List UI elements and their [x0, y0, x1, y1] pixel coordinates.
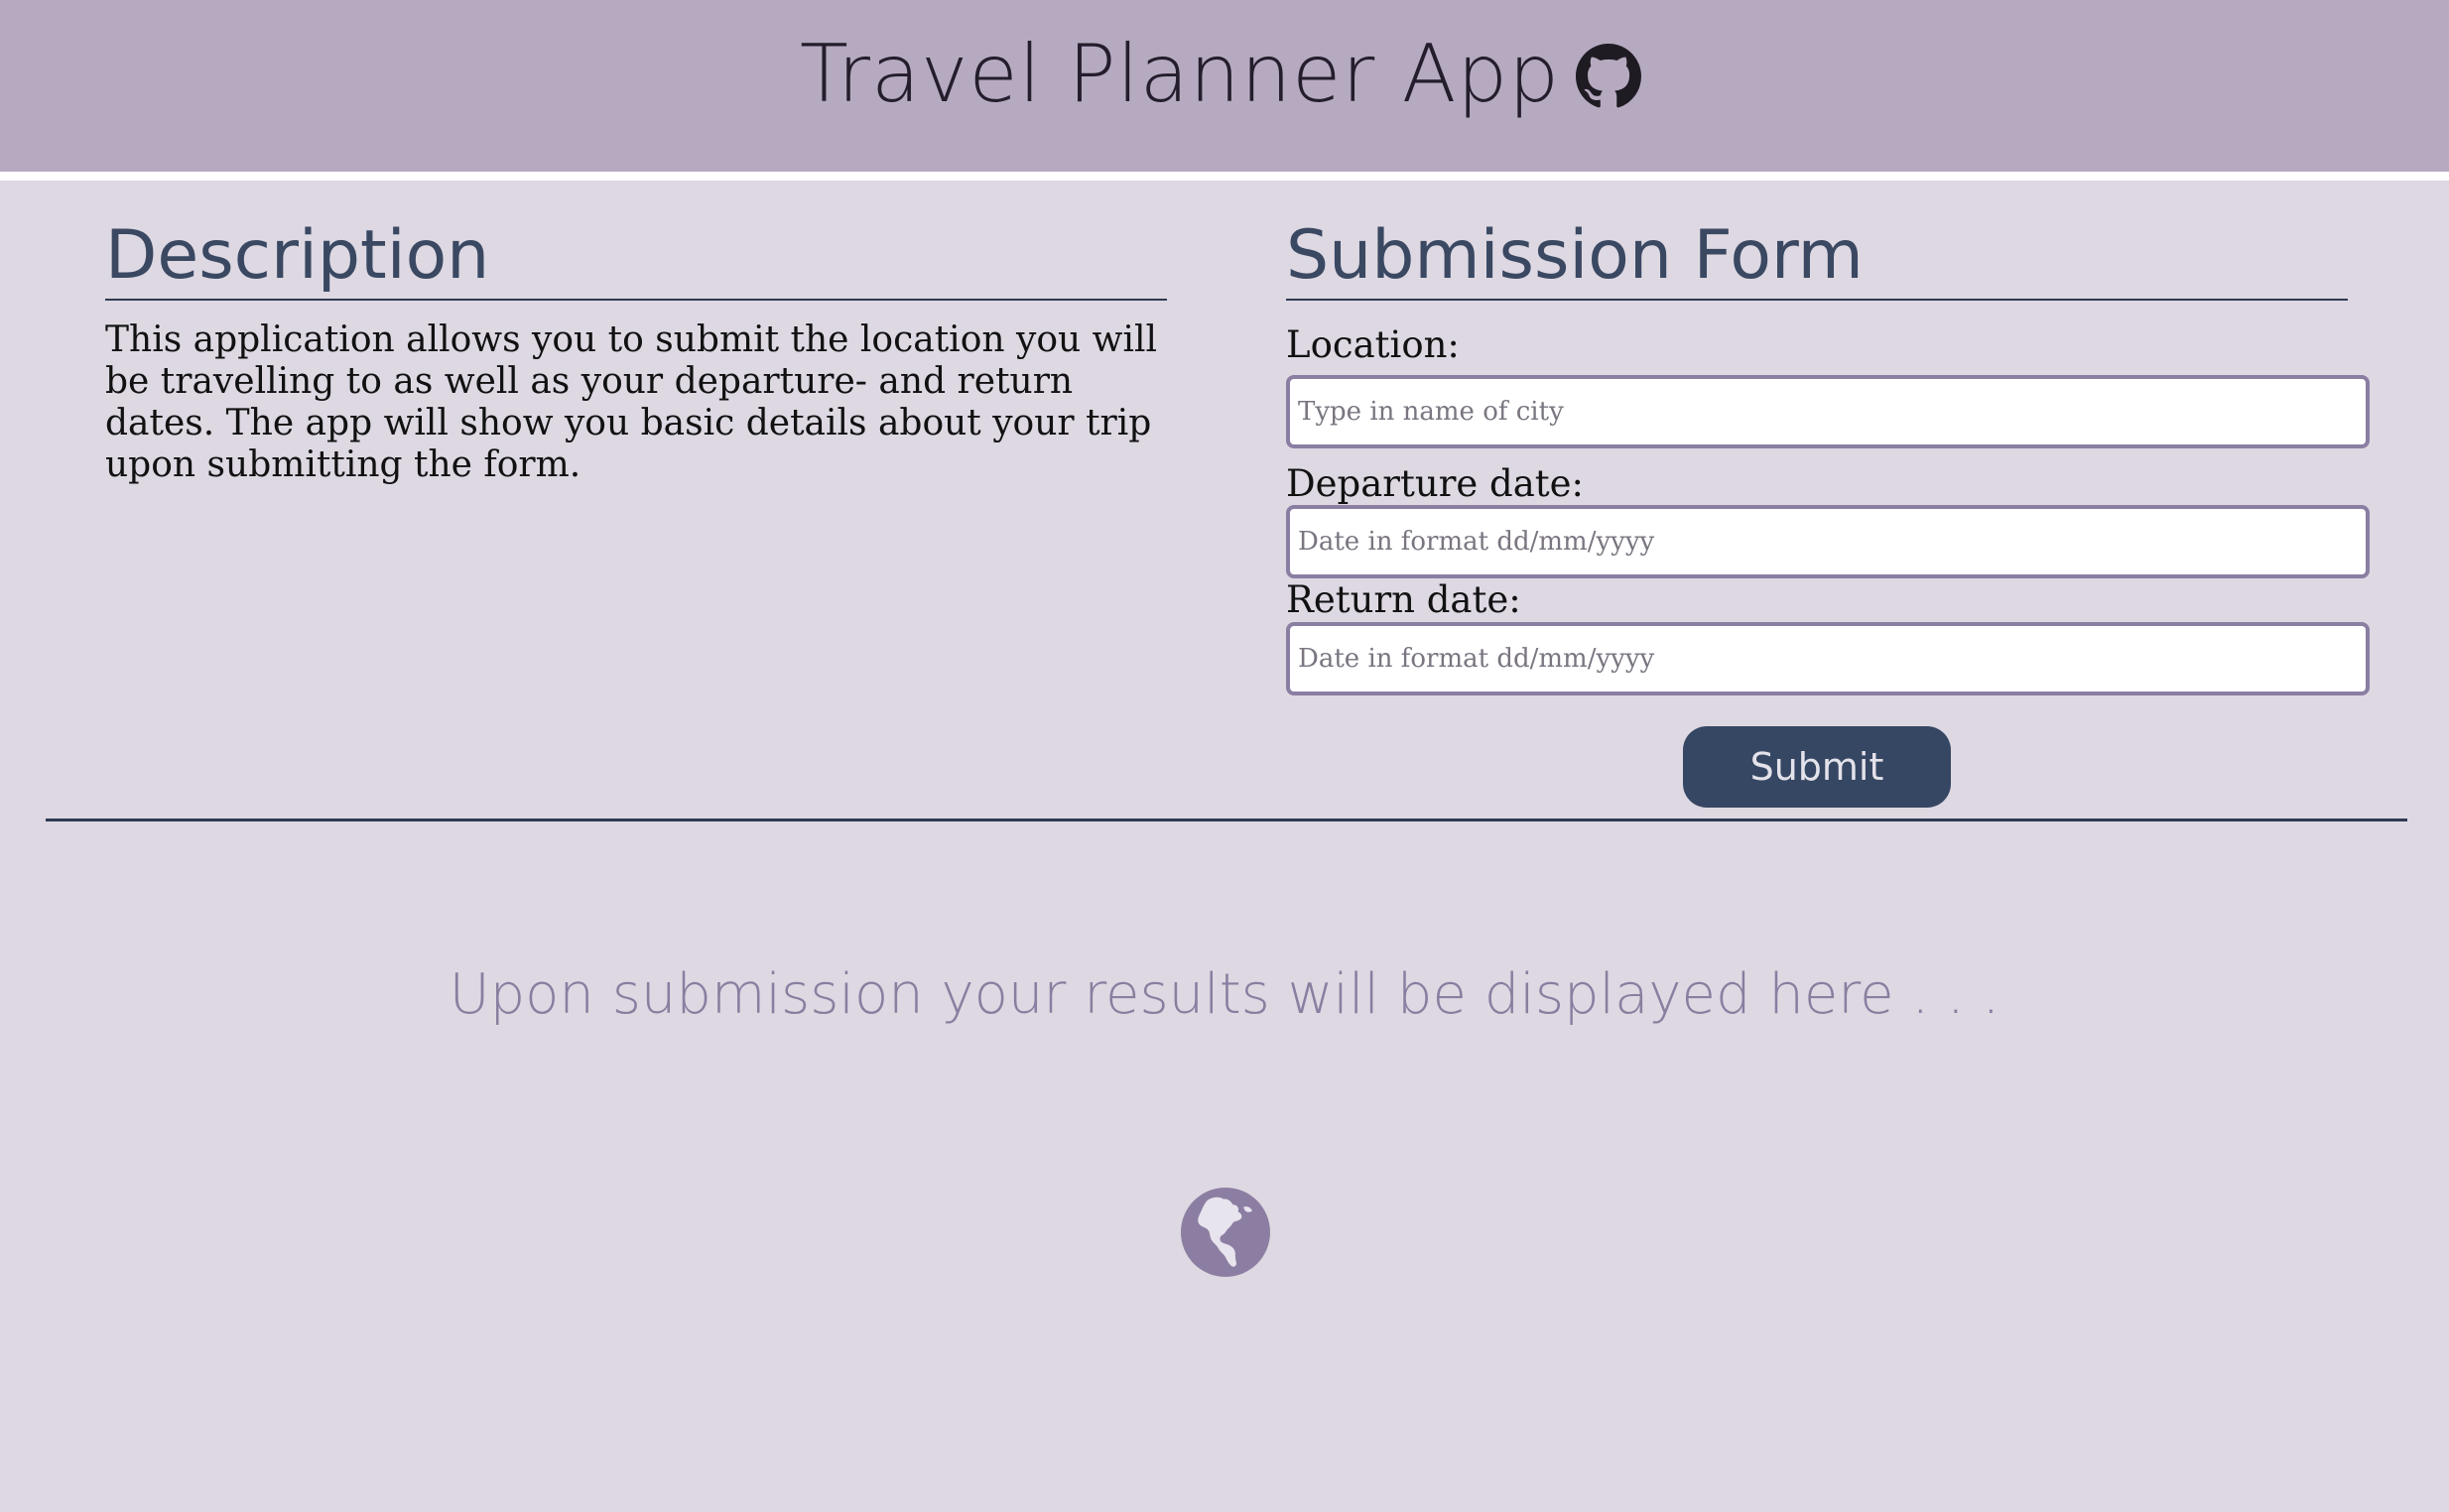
- description-divider: [105, 299, 1167, 301]
- description-text: This application allows you to submit th…: [105, 319, 1157, 485]
- globe-icon: [1181, 1188, 1270, 1277]
- results-placeholder: Upon submission your results will be dis…: [449, 962, 2000, 1027]
- section-divider: [46, 819, 2407, 821]
- form-divider: [1286, 299, 2348, 301]
- departure-date-input[interactable]: [1286, 505, 2370, 578]
- description-heading: Description: [105, 216, 490, 295]
- departure-date-label: Departure date:: [1286, 462, 1585, 505]
- location-input[interactable]: [1286, 375, 2370, 448]
- return-date-input[interactable]: [1286, 622, 2370, 695]
- location-label: Location:: [1286, 323, 1460, 366]
- app-title: Travel Planner App: [800, 28, 1560, 120]
- app-header: Travel Planner App: [0, 0, 2449, 181]
- github-icon[interactable]: [1576, 44, 1641, 109]
- form-heading: Submission Form: [1286, 216, 1864, 295]
- return-date-label: Return date:: [1286, 578, 1521, 621]
- submit-button[interactable]: Submit: [1683, 726, 1951, 808]
